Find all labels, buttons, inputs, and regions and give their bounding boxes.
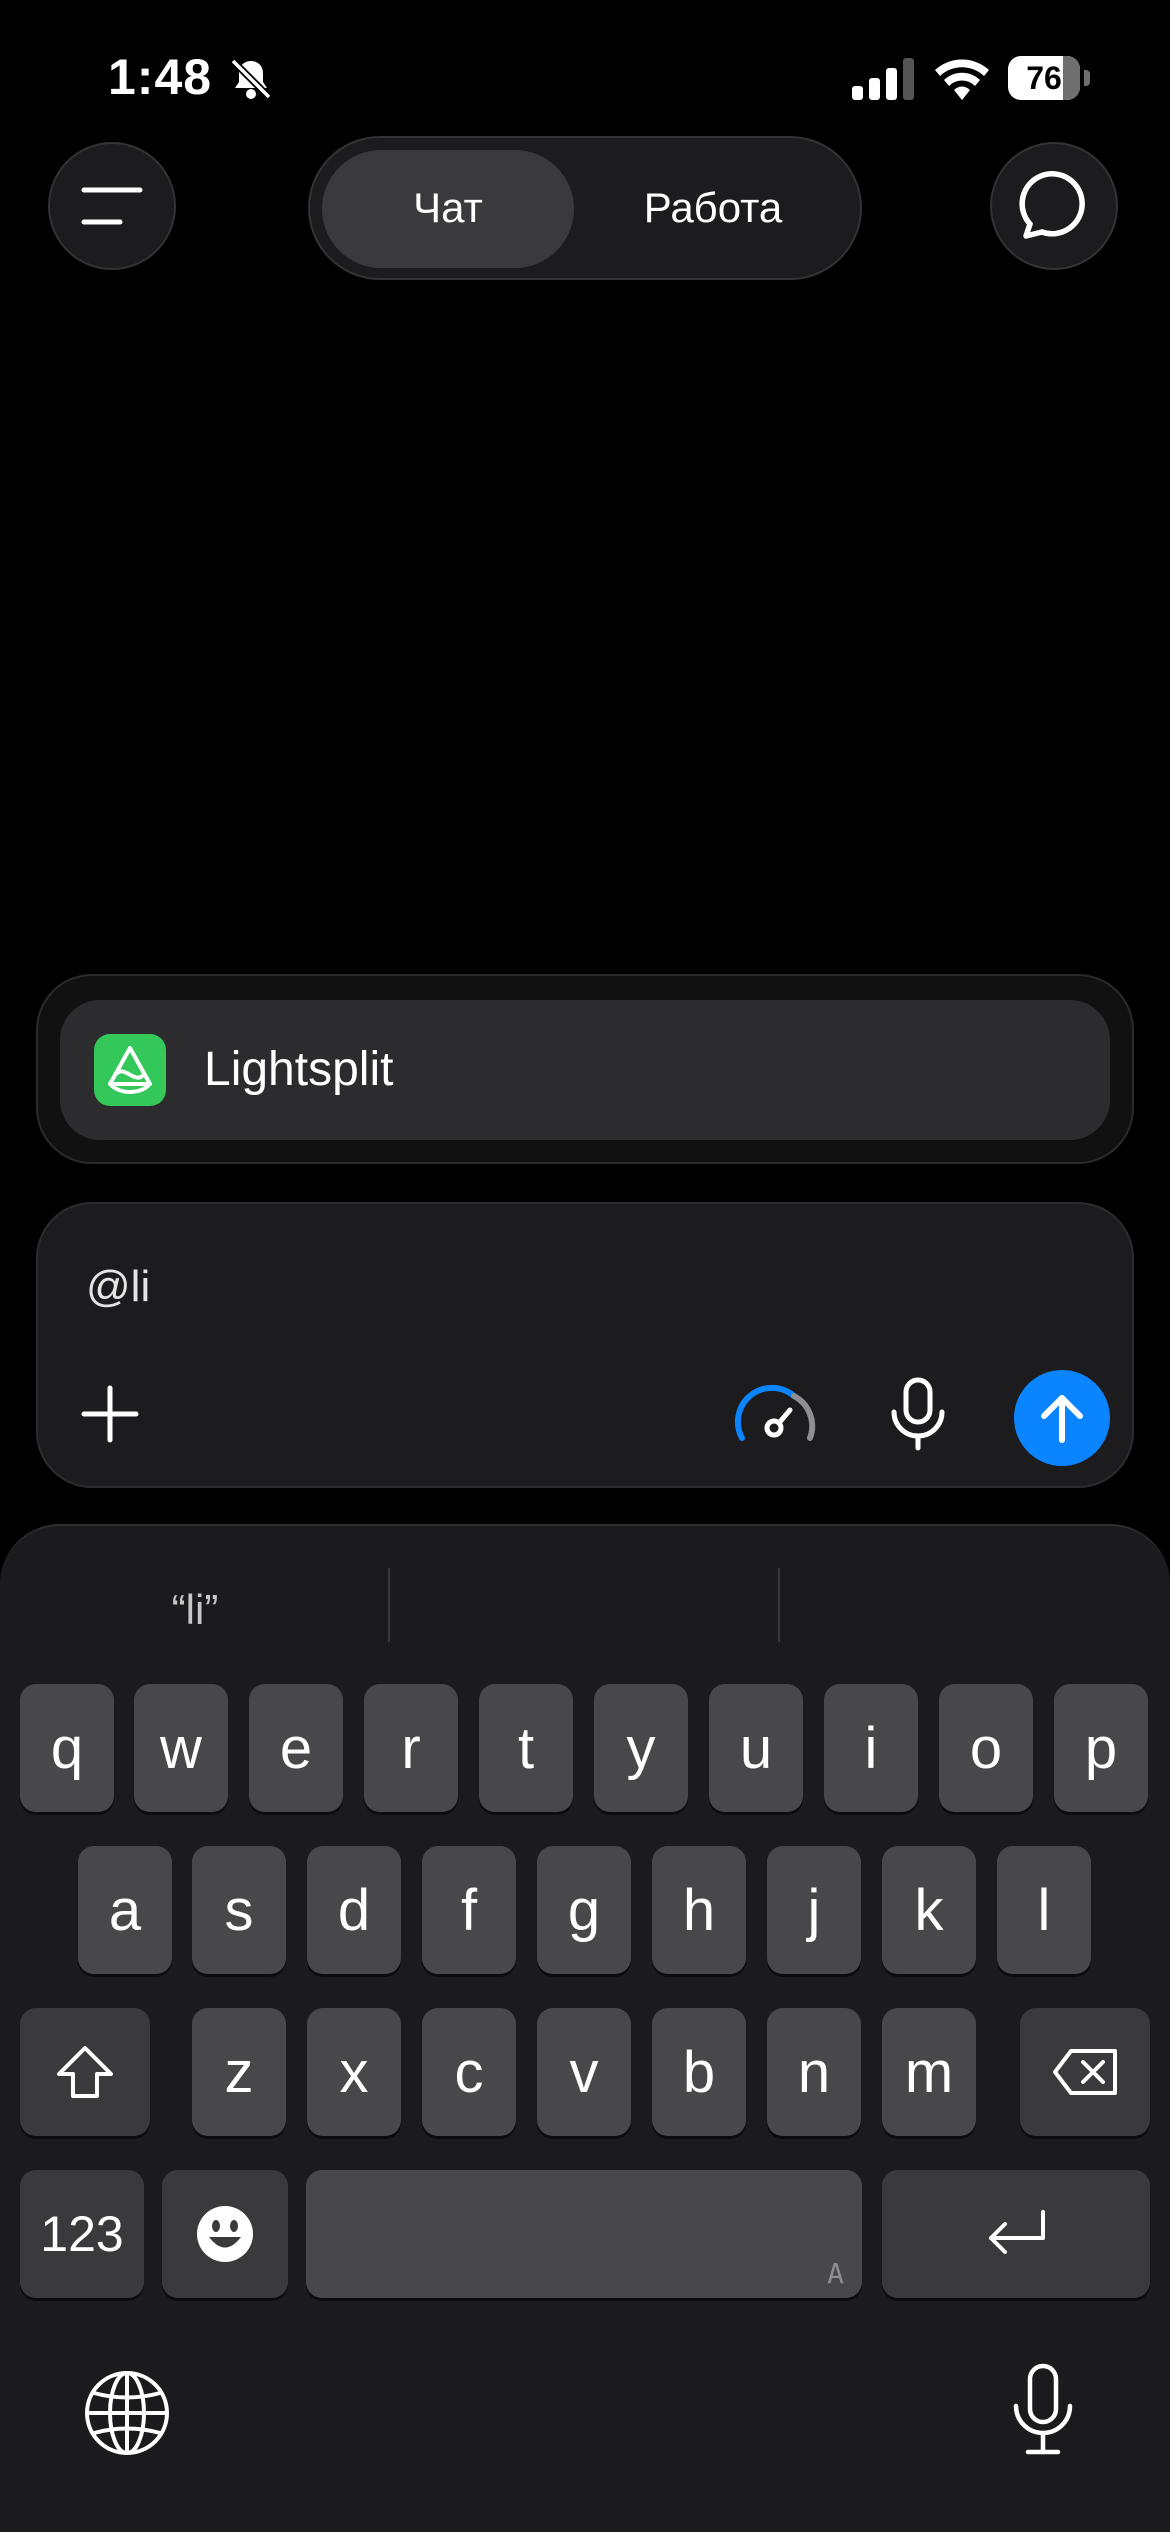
return-icon [989, 2210, 1045, 2254]
key-l[interactable]: l [997, 1846, 1091, 1974]
key-x[interactable]: x [307, 2008, 401, 2136]
shift-key[interactable] [20, 2008, 150, 2136]
key-a[interactable]: a [78, 1846, 172, 1974]
mention-app-name: Lightsplit [204, 1043, 394, 1096]
key-c[interactable]: c [422, 2008, 516, 2136]
microphone-icon[interactable] [888, 1376, 948, 1452]
bell-slash-icon [230, 58, 272, 100]
mode-switcher: Чат Работа [308, 136, 862, 280]
new-chat-button[interactable] [990, 142, 1118, 270]
battery-icon: 76 [1008, 56, 1090, 100]
key-w[interactable]: w [134, 1684, 228, 1812]
globe-icon[interactable] [82, 2368, 172, 2458]
mention-suggestions: Lightsplit [36, 974, 1134, 1164]
wifi-icon [935, 59, 989, 100]
key-h[interactable]: h [652, 1846, 746, 1974]
send-button[interactable] [1014, 1370, 1110, 1466]
key-v[interactable]: v [537, 2008, 631, 2136]
delete-key[interactable] [1020, 2008, 1150, 2136]
plus-icon[interactable] [78, 1382, 142, 1446]
menu-button[interactable] [48, 142, 176, 270]
space-key[interactable]: A [306, 2170, 862, 2298]
key-f[interactable]: f [422, 1846, 516, 1974]
emoji-key[interactable] [162, 2170, 288, 2298]
key-i[interactable]: i [824, 1684, 918, 1812]
space-key-hint: A [827, 2257, 844, 2290]
emoji-icon [197, 2206, 253, 2262]
message-input[interactable]: @li [86, 1262, 150, 1312]
key-g[interactable]: g [537, 1846, 631, 1974]
tab-work[interactable]: Работа [586, 138, 840, 278]
key-z[interactable]: z [192, 2008, 286, 2136]
key-b[interactable]: b [652, 2008, 746, 2136]
message-composer: @li [36, 1202, 1134, 1488]
return-key[interactable] [882, 2170, 1150, 2298]
key-e[interactable]: e [249, 1684, 343, 1812]
cellular-signal-icon [852, 58, 914, 100]
key-p[interactable]: p [1054, 1684, 1148, 1812]
key-d[interactable]: d [307, 1846, 401, 1974]
key-r[interactable]: r [364, 1684, 458, 1812]
speed-dial-icon[interactable] [734, 1380, 818, 1448]
key-t[interactable]: t [479, 1684, 573, 1812]
lightsplit-app-icon [94, 1034, 166, 1106]
keyboard: “li” q w e r t y u i o p a s d f g h j k… [0, 1524, 1170, 2532]
prediction-divider [388, 1568, 390, 1642]
new-chat-icon [1019, 171, 1085, 239]
key-s[interactable]: s [192, 1846, 286, 1974]
key-n[interactable]: n [767, 2008, 861, 2136]
key-q[interactable]: q [20, 1684, 114, 1812]
prediction-3[interactable] [790, 1570, 1110, 1650]
status-time: 1:48 [108, 49, 213, 105]
prediction-divider [778, 1568, 780, 1642]
key-y[interactable]: y [594, 1684, 688, 1812]
numbers-key[interactable]: 123 [20, 2170, 144, 2298]
key-j[interactable]: j [767, 1846, 861, 1974]
key-o[interactable]: o [939, 1684, 1033, 1812]
prediction-2[interactable] [400, 1570, 770, 1650]
prediction-1[interactable]: “li” [60, 1570, 330, 1650]
tab-chat[interactable]: Чат [322, 138, 574, 278]
battery-level: 76 [1026, 60, 1062, 96]
backspace-icon [1053, 2049, 1117, 2095]
shift-icon [57, 2046, 113, 2098]
key-k[interactable]: k [882, 1846, 976, 1974]
send-arrow-icon [1041, 1395, 1083, 1443]
mention-item-lightsplit[interactable]: Lightsplit [60, 1000, 1110, 1140]
key-u[interactable]: u [709, 1684, 803, 1812]
dictation-microphone-icon[interactable] [1008, 2362, 1078, 2458]
key-m[interactable]: m [882, 2008, 976, 2136]
menu-icon [81, 187, 143, 225]
